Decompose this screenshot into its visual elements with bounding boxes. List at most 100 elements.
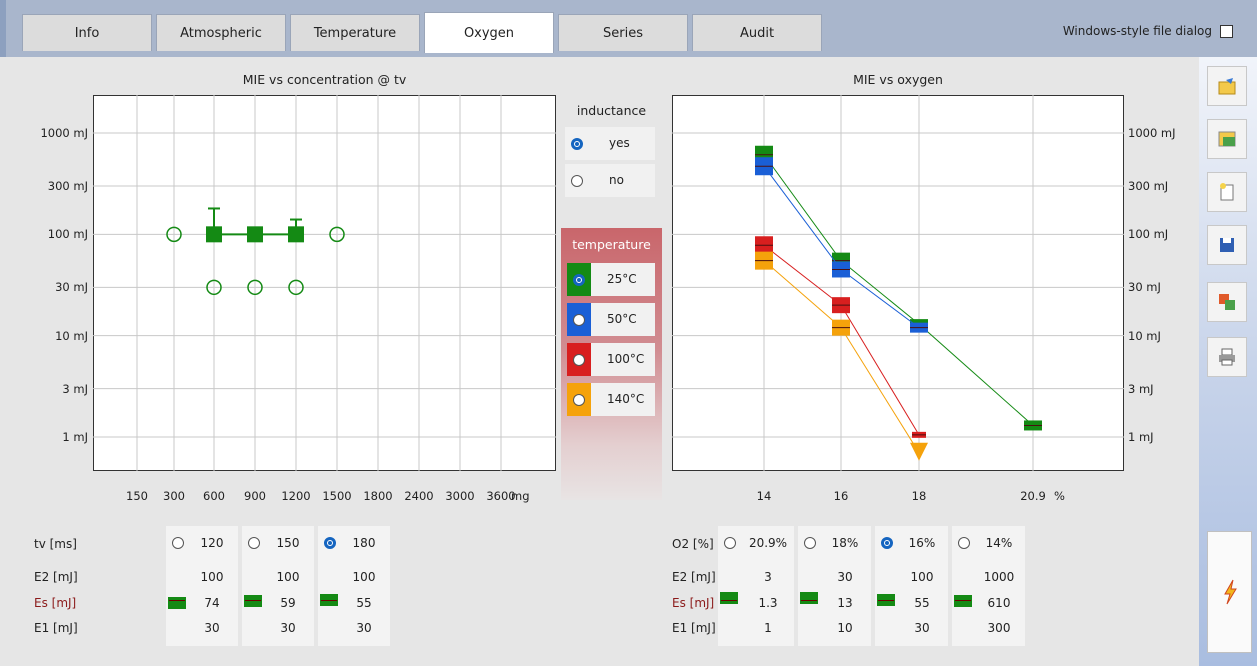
temperature-option-140c[interactable]: 140°C bbox=[567, 383, 655, 416]
temperature-option-25c[interactable]: 25°C bbox=[567, 263, 655, 296]
right-plot-x-unit: % bbox=[1054, 489, 1065, 503]
tv-e2-value: 100 bbox=[352, 570, 376, 584]
o2-header: 18% bbox=[831, 536, 859, 550]
new-document-button[interactable] bbox=[1207, 172, 1247, 212]
save-disk-icon bbox=[1220, 238, 1234, 252]
o2-radio[interactable] bbox=[881, 537, 893, 549]
o2-es-value: 13 bbox=[837, 596, 853, 610]
tv-e1-value: 30 bbox=[204, 621, 220, 635]
open-folder-button[interactable] bbox=[1207, 66, 1247, 106]
new-document-icon bbox=[1220, 183, 1234, 201]
export-button[interactable] bbox=[1207, 282, 1247, 322]
tv-column[interactable]: 150 100 59 30 bbox=[242, 526, 314, 646]
o2-range-bar bbox=[954, 595, 972, 608]
o2-e1-value: 30 bbox=[914, 621, 930, 635]
right-plot-y-tick: 1000 mJ bbox=[1128, 126, 1176, 140]
select-image-icon bbox=[1218, 131, 1236, 147]
tv-e2-value: 100 bbox=[200, 570, 224, 584]
left-plot-x-unit: mg bbox=[511, 489, 530, 503]
tv-radio[interactable] bbox=[248, 537, 260, 549]
tv-header: 120 bbox=[200, 536, 224, 550]
inductance-no-label: no bbox=[609, 173, 624, 187]
left-plot-y-tick: 30 mJ bbox=[55, 280, 88, 295]
o2-range-bar bbox=[800, 592, 818, 604]
right-plot-x-tick: 14 bbox=[756, 489, 772, 503]
right-plot-title: MIE vs oxygen bbox=[853, 72, 943, 87]
tab-oxygen[interactable]: Oxygen bbox=[424, 12, 554, 53]
print-icon bbox=[1219, 348, 1235, 366]
inductance-title: inductance bbox=[576, 103, 647, 118]
tab-info[interactable]: Info bbox=[22, 14, 152, 51]
o2-radio[interactable] bbox=[724, 537, 736, 549]
windows-dialog-checkbox[interactable] bbox=[1220, 25, 1233, 38]
o2-e1-row-label: E1 [mJ] bbox=[672, 621, 716, 635]
o2-row-label: O2 [%] bbox=[672, 537, 714, 551]
data-point-filled bbox=[206, 226, 222, 243]
left-plot-y-tick: 3 mJ bbox=[62, 381, 88, 396]
tv-row-label: tv [ms] bbox=[34, 537, 77, 551]
inductance-yes-radio[interactable] bbox=[571, 138, 583, 150]
windows-dialog-option[interactable]: Windows-style file dialog bbox=[1063, 24, 1233, 38]
temperature-radio-50c[interactable] bbox=[573, 314, 585, 326]
o2-es-value: 1.3 bbox=[758, 596, 778, 610]
o2-e2-value: 1000 bbox=[983, 570, 1015, 584]
o2-header: 14% bbox=[985, 536, 1013, 550]
windows-dialog-label: Windows-style file dialog bbox=[1062, 24, 1212, 38]
o2-column[interactable]: 18% 30 13 10 bbox=[798, 526, 871, 646]
left-plot-y-tick: 1000 mJ bbox=[40, 126, 88, 140]
o2-es-row-label: Es [mJ] bbox=[672, 596, 715, 610]
o2-column[interactable]: 14% 1000 610 300 bbox=[952, 526, 1025, 646]
save-button[interactable] bbox=[1207, 225, 1247, 265]
tv-e2-value: 100 bbox=[276, 570, 300, 584]
o2-range-bar bbox=[877, 594, 895, 607]
o2-radio[interactable] bbox=[958, 537, 970, 549]
tv-range-bar bbox=[244, 594, 262, 607]
right-plot-x-tick: 18 bbox=[911, 489, 927, 503]
tv-radio[interactable] bbox=[172, 537, 184, 549]
o2-e2-value: 30 bbox=[837, 570, 853, 584]
right-plot bbox=[672, 95, 1124, 471]
open-folder-icon bbox=[1218, 78, 1236, 95]
o2-range-bar bbox=[720, 592, 738, 604]
left-plot-y-tick: 10 mJ bbox=[55, 328, 88, 343]
o2-header: 16% bbox=[908, 536, 936, 550]
right-plot-y-tick: 30 mJ bbox=[1128, 280, 1161, 295]
temperature-radio-25c[interactable] bbox=[573, 274, 585, 286]
right-plot-y-tick: 3 mJ bbox=[1128, 381, 1154, 396]
temperature-radio-140c[interactable] bbox=[573, 394, 585, 406]
left-plot-title: MIE vs concentration @ tv bbox=[242, 72, 407, 87]
tv-es-value: 55 bbox=[356, 596, 372, 610]
inductance-yes-label: yes bbox=[609, 136, 630, 150]
inductance-no-radio[interactable] bbox=[571, 175, 583, 187]
left-plot-y-tick: 100 mJ bbox=[47, 227, 88, 242]
tv-column[interactable]: 120 100 74 30 bbox=[166, 526, 238, 646]
temperature-label-25c: 25°C bbox=[607, 272, 637, 286]
tv-header: 180 bbox=[352, 536, 376, 550]
o2-e2-value: 3 bbox=[764, 570, 772, 584]
select-image-button[interactable] bbox=[1207, 119, 1247, 159]
tv-es-value: 59 bbox=[280, 596, 296, 610]
export-icon bbox=[1219, 294, 1235, 310]
temperature-option-50c[interactable]: 50°C bbox=[567, 303, 655, 336]
tv-column[interactable]: 180 100 55 30 bbox=[318, 526, 390, 646]
lightning-icon bbox=[1223, 579, 1237, 605]
temperature-option-100c[interactable]: 100°C bbox=[567, 343, 655, 376]
tab-audit[interactable]: Audit bbox=[692, 14, 822, 51]
tab-series[interactable]: Series bbox=[558, 14, 688, 51]
tab-atmospheric[interactable]: Atmospheric bbox=[156, 14, 286, 51]
print-button[interactable] bbox=[1207, 337, 1247, 377]
o2-radio[interactable] bbox=[804, 537, 816, 549]
temperature-radio-100c[interactable] bbox=[573, 354, 585, 366]
tv-header: 150 bbox=[276, 536, 300, 550]
o2-column[interactable]: 16% 100 55 30 bbox=[875, 526, 948, 646]
tab-temperature[interactable]: Temperature bbox=[290, 14, 420, 51]
inductance-no-option[interactable]: no bbox=[565, 164, 655, 197]
o2-header: 20.9% bbox=[748, 536, 788, 550]
right-plot-y-tick: 300 mJ bbox=[1128, 178, 1169, 193]
tv-radio[interactable] bbox=[324, 537, 336, 549]
inductance-yes-option[interactable]: yes bbox=[565, 127, 655, 160]
right-plot-y-tick: 1 mJ bbox=[1128, 430, 1154, 444]
o2-column[interactable]: 20.9% 3 1.3 1 bbox=[718, 526, 794, 646]
o2-es-value: 610 bbox=[987, 596, 1011, 610]
run-button[interactable] bbox=[1207, 531, 1252, 653]
